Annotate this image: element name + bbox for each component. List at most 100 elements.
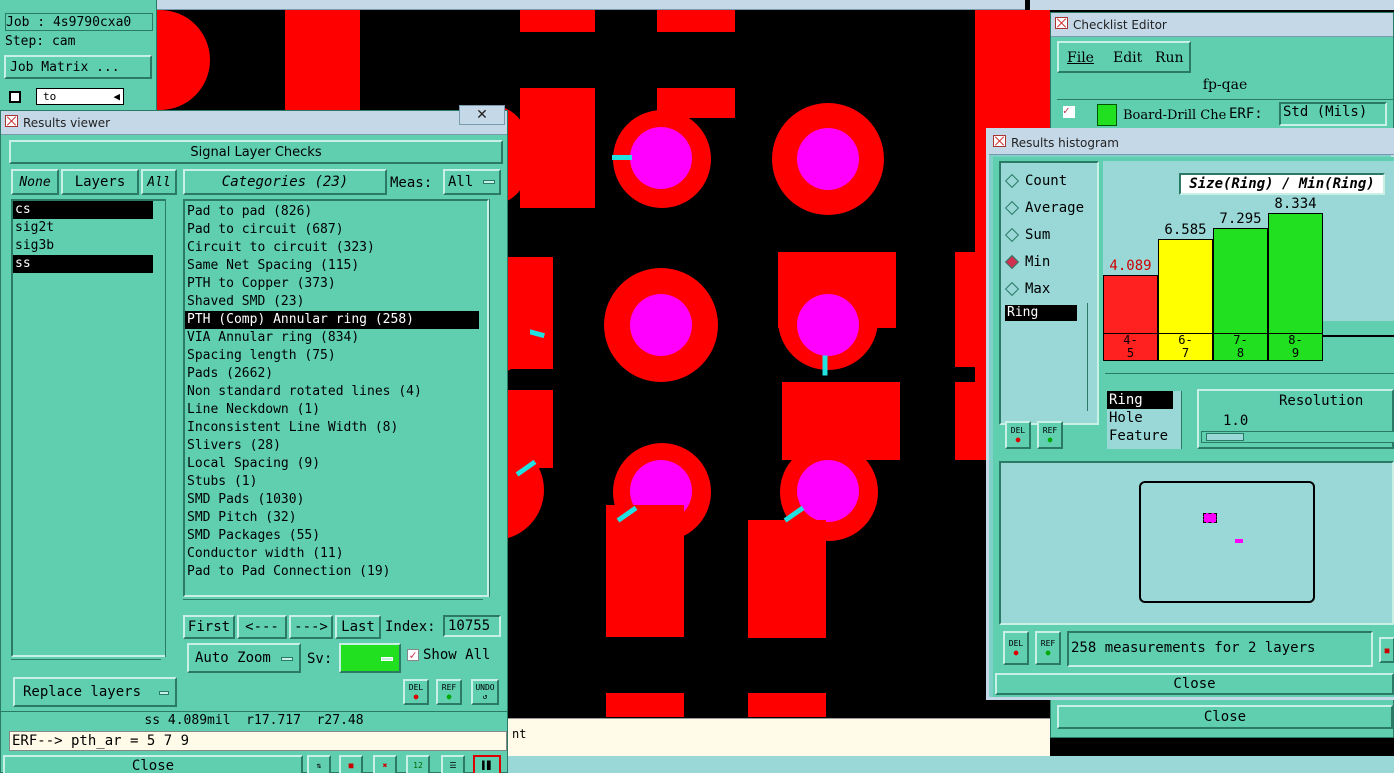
categories-vscrollbar[interactable] bbox=[489, 199, 503, 597]
none-button[interactable]: None bbox=[11, 169, 59, 195]
mode-radio-group[interactable]: Count Average Sum Min Max bbox=[1001, 163, 1097, 302]
list-item[interactable]: Ring bbox=[1005, 305, 1077, 321]
layers-vscrollbar[interactable] bbox=[165, 199, 179, 657]
list-item[interactable]: SMD Packages (55) bbox=[185, 527, 479, 545]
report-icon[interactable]: ☰ bbox=[441, 755, 465, 773]
checklist-editor-titlebar[interactable]: Checklist Editor bbox=[1051, 13, 1393, 37]
show-all-checkbox[interactable]: ✓ bbox=[407, 649, 419, 661]
auto-zoom-dropdown[interactable]: Auto Zoom bbox=[187, 643, 301, 673]
list-item[interactable]: sig3b bbox=[13, 237, 153, 255]
slider-handle[interactable] bbox=[1206, 433, 1244, 441]
histogram-titlebar[interactable]: Results histogram bbox=[989, 131, 1394, 155]
del-icon[interactable]: DEL ● bbox=[1003, 631, 1029, 665]
list-item[interactable]: cs bbox=[13, 201, 153, 219]
list-item[interactable]: Line Neckdown (1) bbox=[185, 401, 479, 419]
matrix-icon[interactable]: 12 bbox=[406, 755, 430, 773]
feature-vscrollbar[interactable] bbox=[1087, 303, 1097, 411]
categories-list[interactable]: Pad to pad (826) Pad to circuit (687) Circ… bbox=[183, 199, 489, 597]
list-item[interactable]: Pad to circuit (687) bbox=[185, 221, 479, 239]
histogram-bar[interactable] bbox=[1213, 228, 1268, 335]
resolution-slider[interactable] bbox=[1201, 431, 1394, 443]
list-item[interactable]: sig2t bbox=[13, 219, 153, 237]
last-button[interactable]: Last bbox=[335, 615, 381, 639]
list-item[interactable]: PTH (Comp) Annular ring (258) bbox=[185, 311, 479, 329]
undo-icon[interactable]: UNDO ↺ bbox=[471, 679, 499, 705]
first-button[interactable]: First bbox=[183, 615, 235, 639]
bin-labels: 4- 5 6- 7 7- 8 8- 9 bbox=[1103, 333, 1394, 361]
pin-icon[interactable]: ⇅ bbox=[307, 755, 331, 773]
ref-icon[interactable]: REF ● bbox=[436, 679, 462, 705]
meas-dropdown[interactable]: All bbox=[443, 169, 501, 195]
list-item[interactable]: Shaved SMD (23) bbox=[185, 293, 479, 311]
mode-radio-min[interactable]: Min bbox=[1004, 248, 1097, 275]
job-matrix-button[interactable]: Job Matrix ... bbox=[4, 55, 152, 79]
del-icon[interactable]: DEL ● bbox=[1005, 421, 1031, 449]
list-item[interactable]: Inconsistent Line Width (8) bbox=[185, 419, 479, 437]
list-item[interactable]: Slivers (28) bbox=[185, 437, 479, 455]
mode-radio-sum[interactable]: Sum bbox=[1004, 221, 1097, 248]
list-item[interactable]: Spacing length (75) bbox=[185, 347, 479, 365]
list-item[interactable]: Circuit to circuit (323) bbox=[185, 239, 479, 257]
layer-icon[interactable]: ■ bbox=[339, 755, 363, 773]
feature-select[interactable]: Ring Hole Feature bbox=[1107, 391, 1181, 449]
categories-button[interactable]: Categories (23) bbox=[183, 169, 387, 195]
list-item[interactable]: SMD Pitch (32) bbox=[185, 509, 479, 527]
all-layers-button[interactable]: All bbox=[141, 169, 177, 195]
list-item[interactable]: Non standard rotated lines (4) bbox=[185, 383, 479, 401]
close-button[interactable]: Close bbox=[995, 673, 1394, 695]
list-item[interactable]: Local Spacing (9) bbox=[185, 455, 479, 473]
list-item[interactable]: Same Net Spacing (115) bbox=[185, 257, 479, 275]
menu-edit[interactable]: Edit bbox=[1113, 50, 1142, 66]
menu-run[interactable]: Run bbox=[1155, 50, 1184, 66]
categories-hscrollbar[interactable] bbox=[183, 599, 483, 613]
list-item[interactable]: Hole bbox=[1107, 409, 1181, 427]
bin-label: 4- 5 bbox=[1103, 333, 1158, 361]
to-field[interactable]: to ◀ bbox=[36, 88, 124, 105]
layers-button[interactable]: Layers bbox=[61, 169, 139, 195]
list-item[interactable]: Pad to Pad Connection (19) bbox=[185, 563, 479, 581]
checkbox[interactable] bbox=[9, 91, 21, 103]
list-item[interactable]: Pad to pad (826) bbox=[185, 203, 479, 221]
check-icon[interactable]: ✓ bbox=[1063, 105, 1075, 118]
close-button[interactable]: Close bbox=[3, 755, 303, 773]
histogram-bar[interactable] bbox=[1103, 275, 1158, 335]
histogram-bar[interactable] bbox=[1158, 239, 1213, 335]
close-button[interactable]: Close bbox=[1057, 705, 1393, 729]
mode-radio-count[interactable]: Count bbox=[1004, 167, 1097, 194]
list-item[interactable]: VIA Annular ring (834) bbox=[185, 329, 479, 347]
prev-button[interactable]: <--- bbox=[237, 615, 287, 639]
list-item[interactable]: Ring bbox=[1107, 391, 1173, 409]
preview-panel[interactable] bbox=[999, 461, 1394, 625]
layers-hscrollbar[interactable] bbox=[11, 659, 161, 673]
list-item[interactable]: Pads (2662) bbox=[185, 365, 479, 383]
erf-value[interactable]: Std (Mils) bbox=[1279, 102, 1387, 126]
checklist-row[interactable]: ✓ Board-Drill Che ERF: Std (Mils) bbox=[1057, 99, 1393, 129]
sv-color-dropdown[interactable] bbox=[339, 643, 401, 673]
del-icon[interactable]: DEL ● bbox=[403, 679, 429, 705]
list-item[interactable]: Feature bbox=[1107, 427, 1181, 445]
mode-radio-max[interactable]: Max bbox=[1004, 275, 1097, 302]
list-item[interactable]: ss bbox=[13, 255, 153, 273]
erf-icon[interactable]: ✖ bbox=[373, 755, 397, 773]
list-item[interactable]: Stubs (1) bbox=[185, 473, 479, 491]
list-item[interactable]: Conductor width (11) bbox=[185, 545, 479, 563]
results-viewer-titlebar[interactable]: Results viewer ✕ bbox=[1, 105, 507, 135]
histogram-icon[interactable]: ▌▊ bbox=[473, 755, 501, 773]
erf-command-line[interactable]: ERF--> pth_ar = 5 7 9 bbox=[9, 731, 507, 751]
mode-radio-average[interactable]: Average bbox=[1004, 194, 1097, 221]
replace-layers-dropdown[interactable]: Replace layers bbox=[13, 677, 177, 707]
list-item[interactable]: SMD Pads (1030) bbox=[185, 491, 479, 509]
next-button[interactable]: ---> bbox=[289, 615, 333, 639]
ref-icon[interactable]: REF ● bbox=[1035, 631, 1061, 665]
ref-icon[interactable]: REF ● bbox=[1037, 421, 1063, 449]
layers-list[interactable]: cs sig2t sig3b ss bbox=[11, 199, 167, 657]
histogram-bar[interactable] bbox=[1268, 213, 1323, 335]
close-window-button[interactable]: ✕ bbox=[459, 105, 505, 125]
chart-hscrollbar[interactable] bbox=[1105, 373, 1394, 385]
feature-list[interactable]: Ring bbox=[1003, 303, 1083, 411]
menu-file[interactable]: File bbox=[1067, 50, 1094, 66]
index-input[interactable]: 10755 bbox=[443, 615, 501, 637]
feature-select-scrollbar[interactable] bbox=[1181, 391, 1193, 449]
list-item[interactable]: PTH to Copper (373) bbox=[185, 275, 479, 293]
window-icon[interactable]: ■ bbox=[1379, 637, 1394, 663]
